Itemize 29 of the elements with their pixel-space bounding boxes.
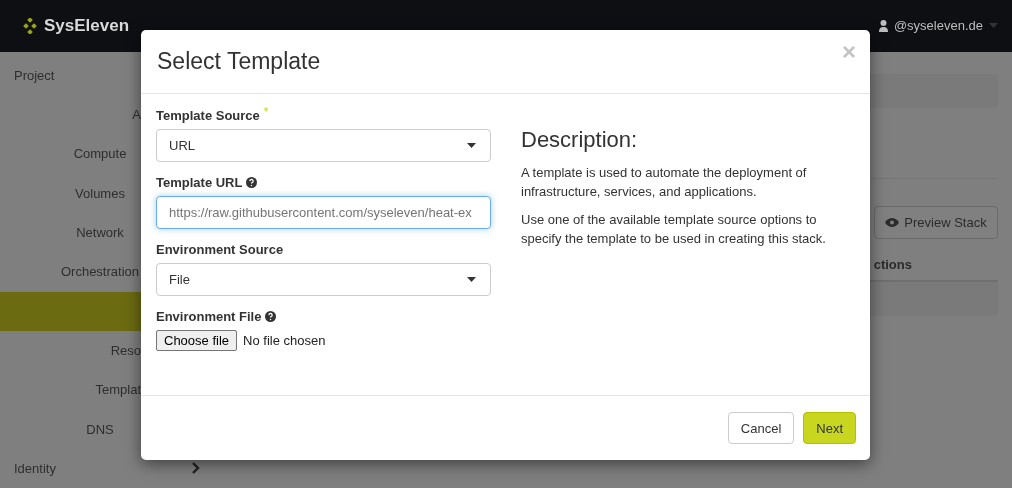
eye-icon bbox=[885, 217, 900, 227]
select-field[interactable]: File bbox=[156, 263, 491, 296]
user-icon bbox=[878, 19, 888, 32]
file-status: No file chosen bbox=[243, 333, 326, 348]
required-mark: * bbox=[263, 108, 269, 116]
next-button[interactable]: Next bbox=[803, 412, 856, 444]
sidebar-item[interactable]: Identity bbox=[0, 448, 200, 488]
field-label: Template Source bbox=[156, 108, 260, 123]
column-header: ctions bbox=[873, 256, 912, 272]
caret-icon bbox=[989, 23, 998, 29]
caret-icon bbox=[467, 143, 476, 148]
user-email[interactable]: @syseleven.de bbox=[893, 18, 983, 34]
select-field[interactable]: URL bbox=[156, 129, 491, 162]
help-icon bbox=[265, 311, 277, 322]
cancel-button[interactable]: Cancel bbox=[727, 412, 795, 444]
brand-name: SysEleven bbox=[44, 15, 130, 36]
preview-stack-button[interactable]: Preview Stack bbox=[874, 205, 998, 239]
dialog-title: Select Template bbox=[157, 48, 321, 75]
chevron-icon bbox=[192, 462, 200, 475]
description-text: Use one of the available template source options to specify the template to be used in creating this stack. bbox=[521, 211, 827, 248]
choose-file-button[interactable]: Choose file bbox=[156, 330, 238, 351]
field-label: Environment File bbox=[156, 309, 262, 324]
field-label: Environment Source bbox=[156, 242, 284, 257]
field-label: Template URL bbox=[156, 175, 243, 190]
description-text: A template is used to automate the deployment of infrastructure, services, and applications. bbox=[521, 164, 808, 201]
url-input-field[interactable]: https://raw.githubusercontent.com/syseleven/heat-ex bbox=[156, 196, 491, 229]
help-icon bbox=[246, 177, 258, 188]
description-heading: Description: bbox=[521, 127, 639, 153]
logo-icon bbox=[22, 17, 38, 34]
